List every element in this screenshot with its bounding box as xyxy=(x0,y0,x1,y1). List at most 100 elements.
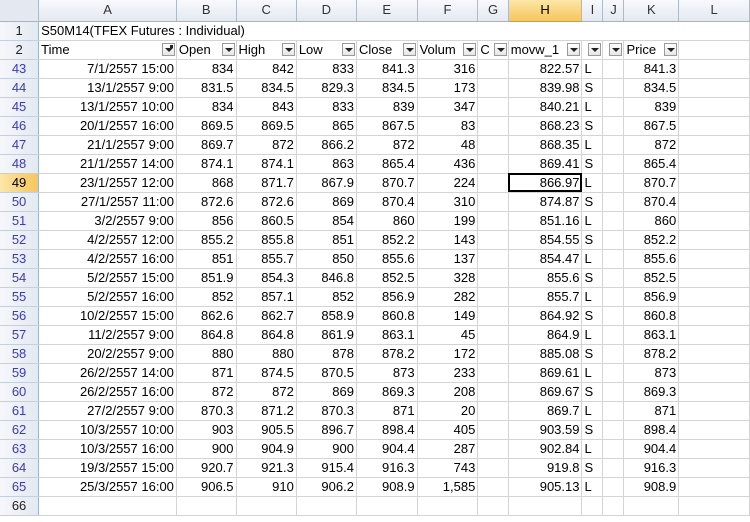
cell-price[interactable]: 856.9 xyxy=(623,287,680,307)
cell-volume[interactable]: 20 xyxy=(417,401,479,421)
cell-price[interactable]: 865.4 xyxy=(623,154,680,174)
cell-volume[interactable]: 48 xyxy=(417,135,479,155)
cell-l[interactable] xyxy=(678,382,750,402)
cell-price[interactable]: 839 xyxy=(623,97,680,117)
cell-l[interactable] xyxy=(678,116,750,136)
cell-close[interactable]: 878.2 xyxy=(356,344,418,364)
cell-movw[interactable]: 864.92 xyxy=(508,306,583,326)
cell-close[interactable]: 860 xyxy=(356,211,418,231)
cell-signal[interactable]: L xyxy=(581,287,604,307)
row-header[interactable]: 49 xyxy=(0,173,40,193)
cell-time[interactable]: 5/2/2557 15:00 xyxy=(38,268,177,288)
cell-close[interactable]: 863.1 xyxy=(356,325,418,345)
cell-movw[interactable]: 854.47 xyxy=(508,249,583,269)
cell-l[interactable] xyxy=(678,477,750,497)
filter-active-icon[interactable] xyxy=(161,42,175,56)
cell-signal[interactable]: L xyxy=(581,401,604,421)
cell-l[interactable] xyxy=(678,59,750,79)
row-header[interactable]: 66 xyxy=(0,496,40,516)
cell-low[interactable]: 850 xyxy=(296,249,357,269)
cell-j[interactable] xyxy=(602,325,625,345)
row-header[interactable]: 63 xyxy=(0,439,40,459)
cell-l[interactable] xyxy=(678,420,750,440)
filter-dropdown-icon[interactable] xyxy=(567,42,581,56)
cell-low[interactable]: 869 xyxy=(296,192,357,212)
cell-time[interactable]: 4/2/2557 16:00 xyxy=(38,249,177,269)
cell-g[interactable] xyxy=(477,78,509,98)
cell-time[interactable]: 25/3/2557 16:00 xyxy=(38,477,177,497)
cell-price[interactable]: 870.7 xyxy=(623,173,680,193)
cell-time[interactable]: 10/2/2557 15:00 xyxy=(38,306,177,326)
cell-g[interactable] xyxy=(477,477,509,497)
cell-high[interactable]: 905.5 xyxy=(236,420,297,440)
empty-cell[interactable] xyxy=(356,496,418,516)
cell-open[interactable]: 869.7 xyxy=(176,135,237,155)
cell-time[interactable]: 27/2/2557 9:00 xyxy=(38,401,177,421)
row-header[interactable]: 2 xyxy=(0,40,40,60)
cell-open[interactable]: 831.5 xyxy=(176,78,237,98)
cell-j[interactable] xyxy=(602,97,625,117)
cell-price[interactable]: 867.5 xyxy=(623,116,680,136)
cell-open[interactable]: 852 xyxy=(176,287,237,307)
row-header[interactable]: 53 xyxy=(0,249,40,269)
cell-movw[interactable]: 905.13 xyxy=(508,477,583,497)
cell-volume[interactable]: 405 xyxy=(417,420,479,440)
cell-high[interactable]: 855.8 xyxy=(236,230,297,250)
row-header[interactable]: 61 xyxy=(0,401,40,421)
cell-high[interactable]: 874.1 xyxy=(236,154,297,174)
header-cell-j[interactable] xyxy=(602,40,625,60)
cell-open[interactable]: 851 xyxy=(176,249,237,269)
cell-high[interactable]: 871.2 xyxy=(236,401,297,421)
cell-signal[interactable]: L xyxy=(581,477,604,497)
header-cell-price[interactable]: Price xyxy=(623,40,680,60)
cell-g[interactable] xyxy=(477,401,509,421)
cell-signal[interactable]: S xyxy=(581,154,604,174)
cell-close[interactable]: 908.9 xyxy=(356,477,418,497)
cell-signal[interactable]: S xyxy=(581,116,604,136)
filter-dropdown-icon[interactable] xyxy=(493,42,507,56)
cell-high[interactable]: 834.5 xyxy=(236,78,297,98)
cell-g[interactable] xyxy=(477,268,509,288)
cell-time[interactable]: 21/1/2557 9:00 xyxy=(38,135,177,155)
cell-signal[interactable]: L xyxy=(581,97,604,117)
cell-j[interactable] xyxy=(602,135,625,155)
row-header[interactable]: 1 xyxy=(0,21,40,41)
cell-open[interactable]: 855.2 xyxy=(176,230,237,250)
cell-open[interactable]: 872.6 xyxy=(176,192,237,212)
row-header[interactable]: 43 xyxy=(0,59,40,79)
cell-time[interactable]: 10/3/2557 10:00 xyxy=(38,420,177,440)
cell-time[interactable]: 5/2/2557 16:00 xyxy=(38,287,177,307)
cell-signal[interactable]: S xyxy=(581,268,604,288)
cell-close[interactable]: 852.2 xyxy=(356,230,418,250)
cell-high[interactable]: 880 xyxy=(236,344,297,364)
row-header[interactable]: 46 xyxy=(0,116,40,136)
empty-cell[interactable] xyxy=(296,496,357,516)
cell-high[interactable]: 874.5 xyxy=(236,363,297,383)
cell-price[interactable]: 834.5 xyxy=(623,78,680,98)
row-header[interactable]: 47 xyxy=(0,135,40,155)
cell-movw[interactable]: 840.21 xyxy=(508,97,583,117)
cell-close[interactable]: 870.4 xyxy=(356,192,418,212)
row-header[interactable]: 55 xyxy=(0,287,40,307)
cell-g[interactable] xyxy=(477,173,509,193)
cell-close[interactable]: 904.4 xyxy=(356,439,418,459)
cell-open[interactable]: 856 xyxy=(176,211,237,231)
cell-price[interactable]: 869.3 xyxy=(623,382,680,402)
cell-open[interactable]: 869.5 xyxy=(176,116,237,136)
header-cell-close[interactable]: Close xyxy=(356,40,418,60)
cell-high[interactable]: 842 xyxy=(236,59,297,79)
cell-g[interactable] xyxy=(477,344,509,364)
cell-close[interactable]: 916.3 xyxy=(356,458,418,478)
cell-l[interactable] xyxy=(678,249,750,269)
cell-j[interactable] xyxy=(602,439,625,459)
empty-cell[interactable] xyxy=(38,496,177,516)
cell-movw[interactable]: 855.7 xyxy=(508,287,583,307)
cell-close[interactable]: 865.4 xyxy=(356,154,418,174)
cell-g[interactable] xyxy=(477,59,509,79)
empty-cell[interactable] xyxy=(623,496,680,516)
cell-open[interactable]: 880 xyxy=(176,344,237,364)
empty-cell[interactable] xyxy=(581,496,604,516)
cell-close[interactable]: 867.5 xyxy=(356,116,418,136)
cell-low[interactable]: 854 xyxy=(296,211,357,231)
row-header[interactable]: 48 xyxy=(0,154,40,174)
